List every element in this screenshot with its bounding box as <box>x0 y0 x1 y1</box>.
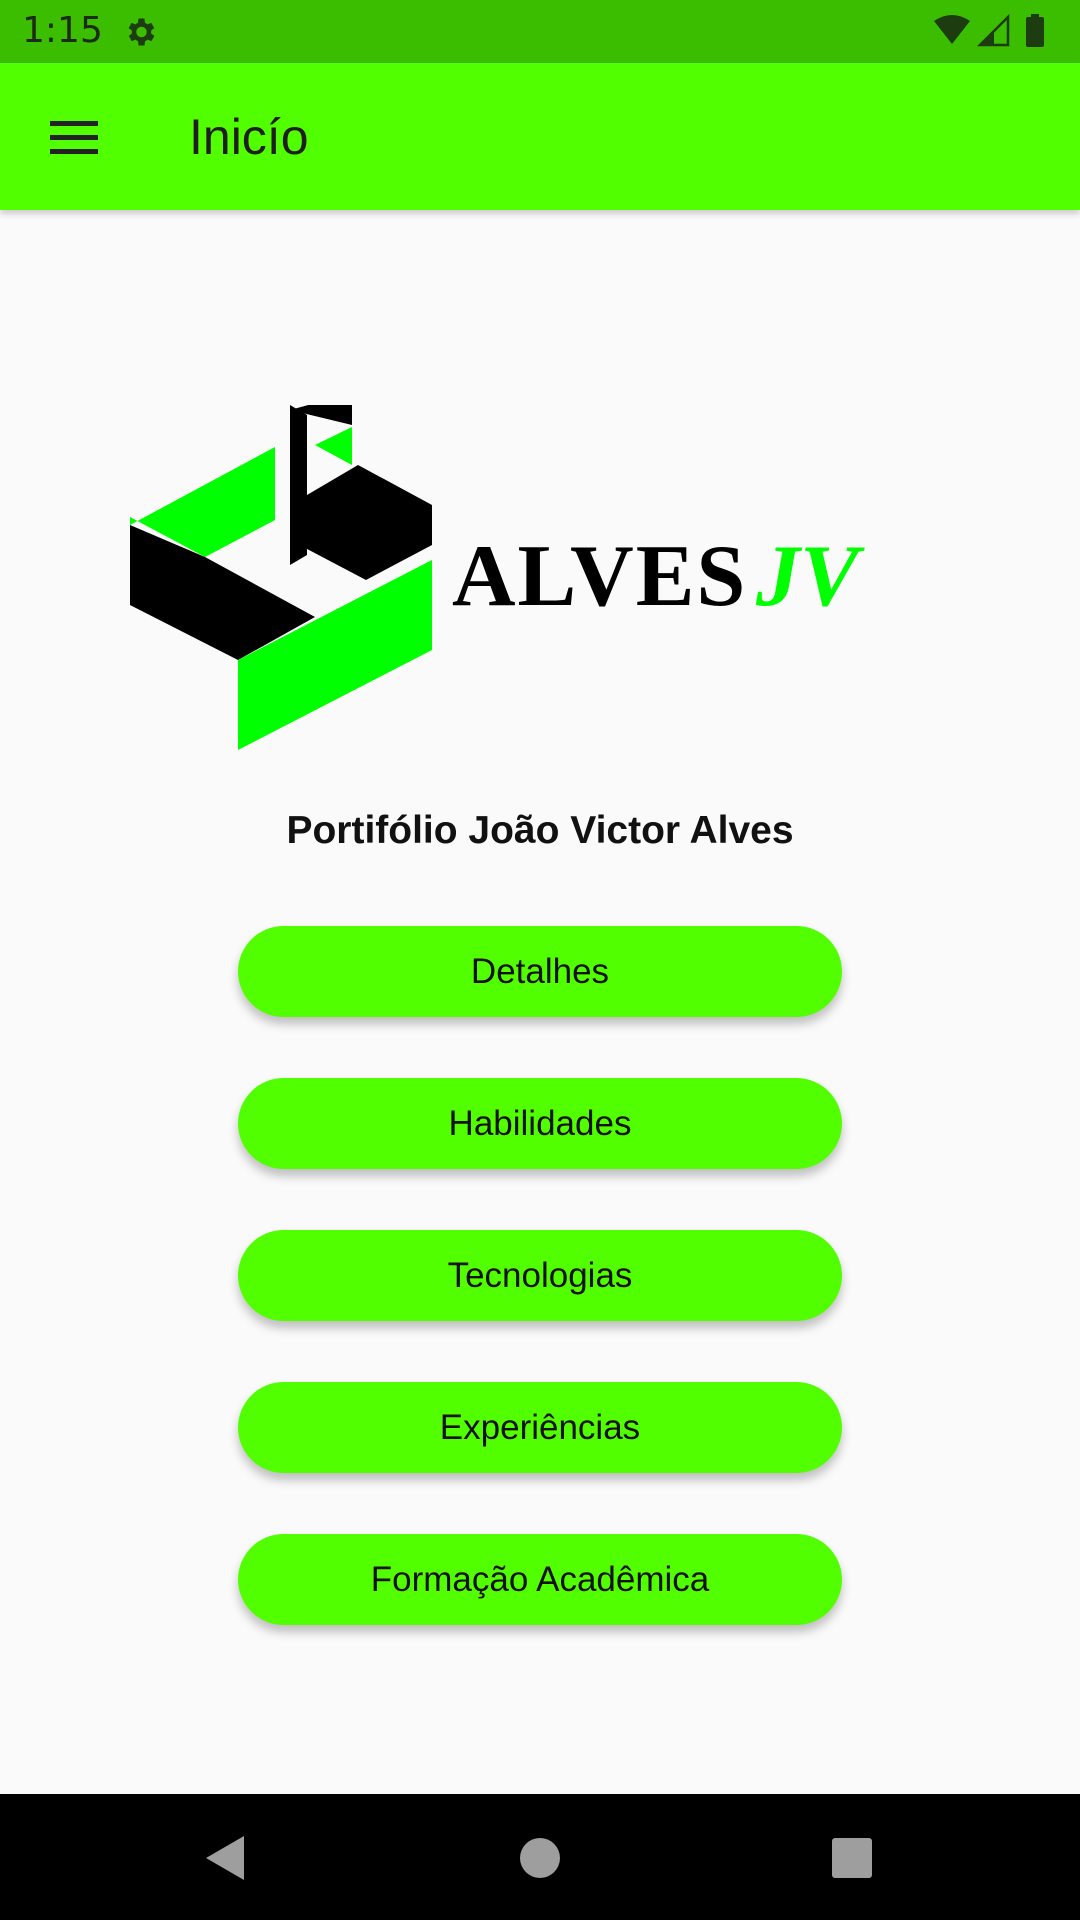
page-title: Inicío <box>189 109 309 165</box>
gear-icon <box>128 18 155 46</box>
status-bar: 1:15 <box>0 0 1080 63</box>
status-time: 1:15 <box>22 10 103 51</box>
logo-text-main: ALVES <box>452 528 747 625</box>
logo-text-accent: JV <box>755 528 865 625</box>
education-button[interactable]: Formação Acadêmica <box>238 1534 842 1625</box>
battery-icon <box>1026 14 1044 47</box>
hamburger-menu-icon[interactable] <box>44 113 104 161</box>
experiences-button[interactable]: Experiências <box>238 1382 842 1473</box>
system-nav-bar <box>0 1794 1080 1920</box>
status-icons <box>934 13 1044 47</box>
wifi-icon <box>934 15 970 44</box>
app-bar: Inicío <box>0 63 1080 210</box>
home-icon[interactable] <box>512 1830 568 1886</box>
technologies-button[interactable]: Tecnologias <box>238 1230 842 1321</box>
recents-icon[interactable] <box>824 1830 880 1886</box>
back-icon[interactable] <box>198 1830 254 1886</box>
details-button[interactable]: Detalhes <box>238 926 842 1017</box>
alves-jv-logo: ALVES JV <box>130 405 865 750</box>
portfolio-subtitle: Portifólio João Victor Alves <box>286 809 794 852</box>
skills-button[interactable]: Habilidades <box>238 1078 842 1169</box>
